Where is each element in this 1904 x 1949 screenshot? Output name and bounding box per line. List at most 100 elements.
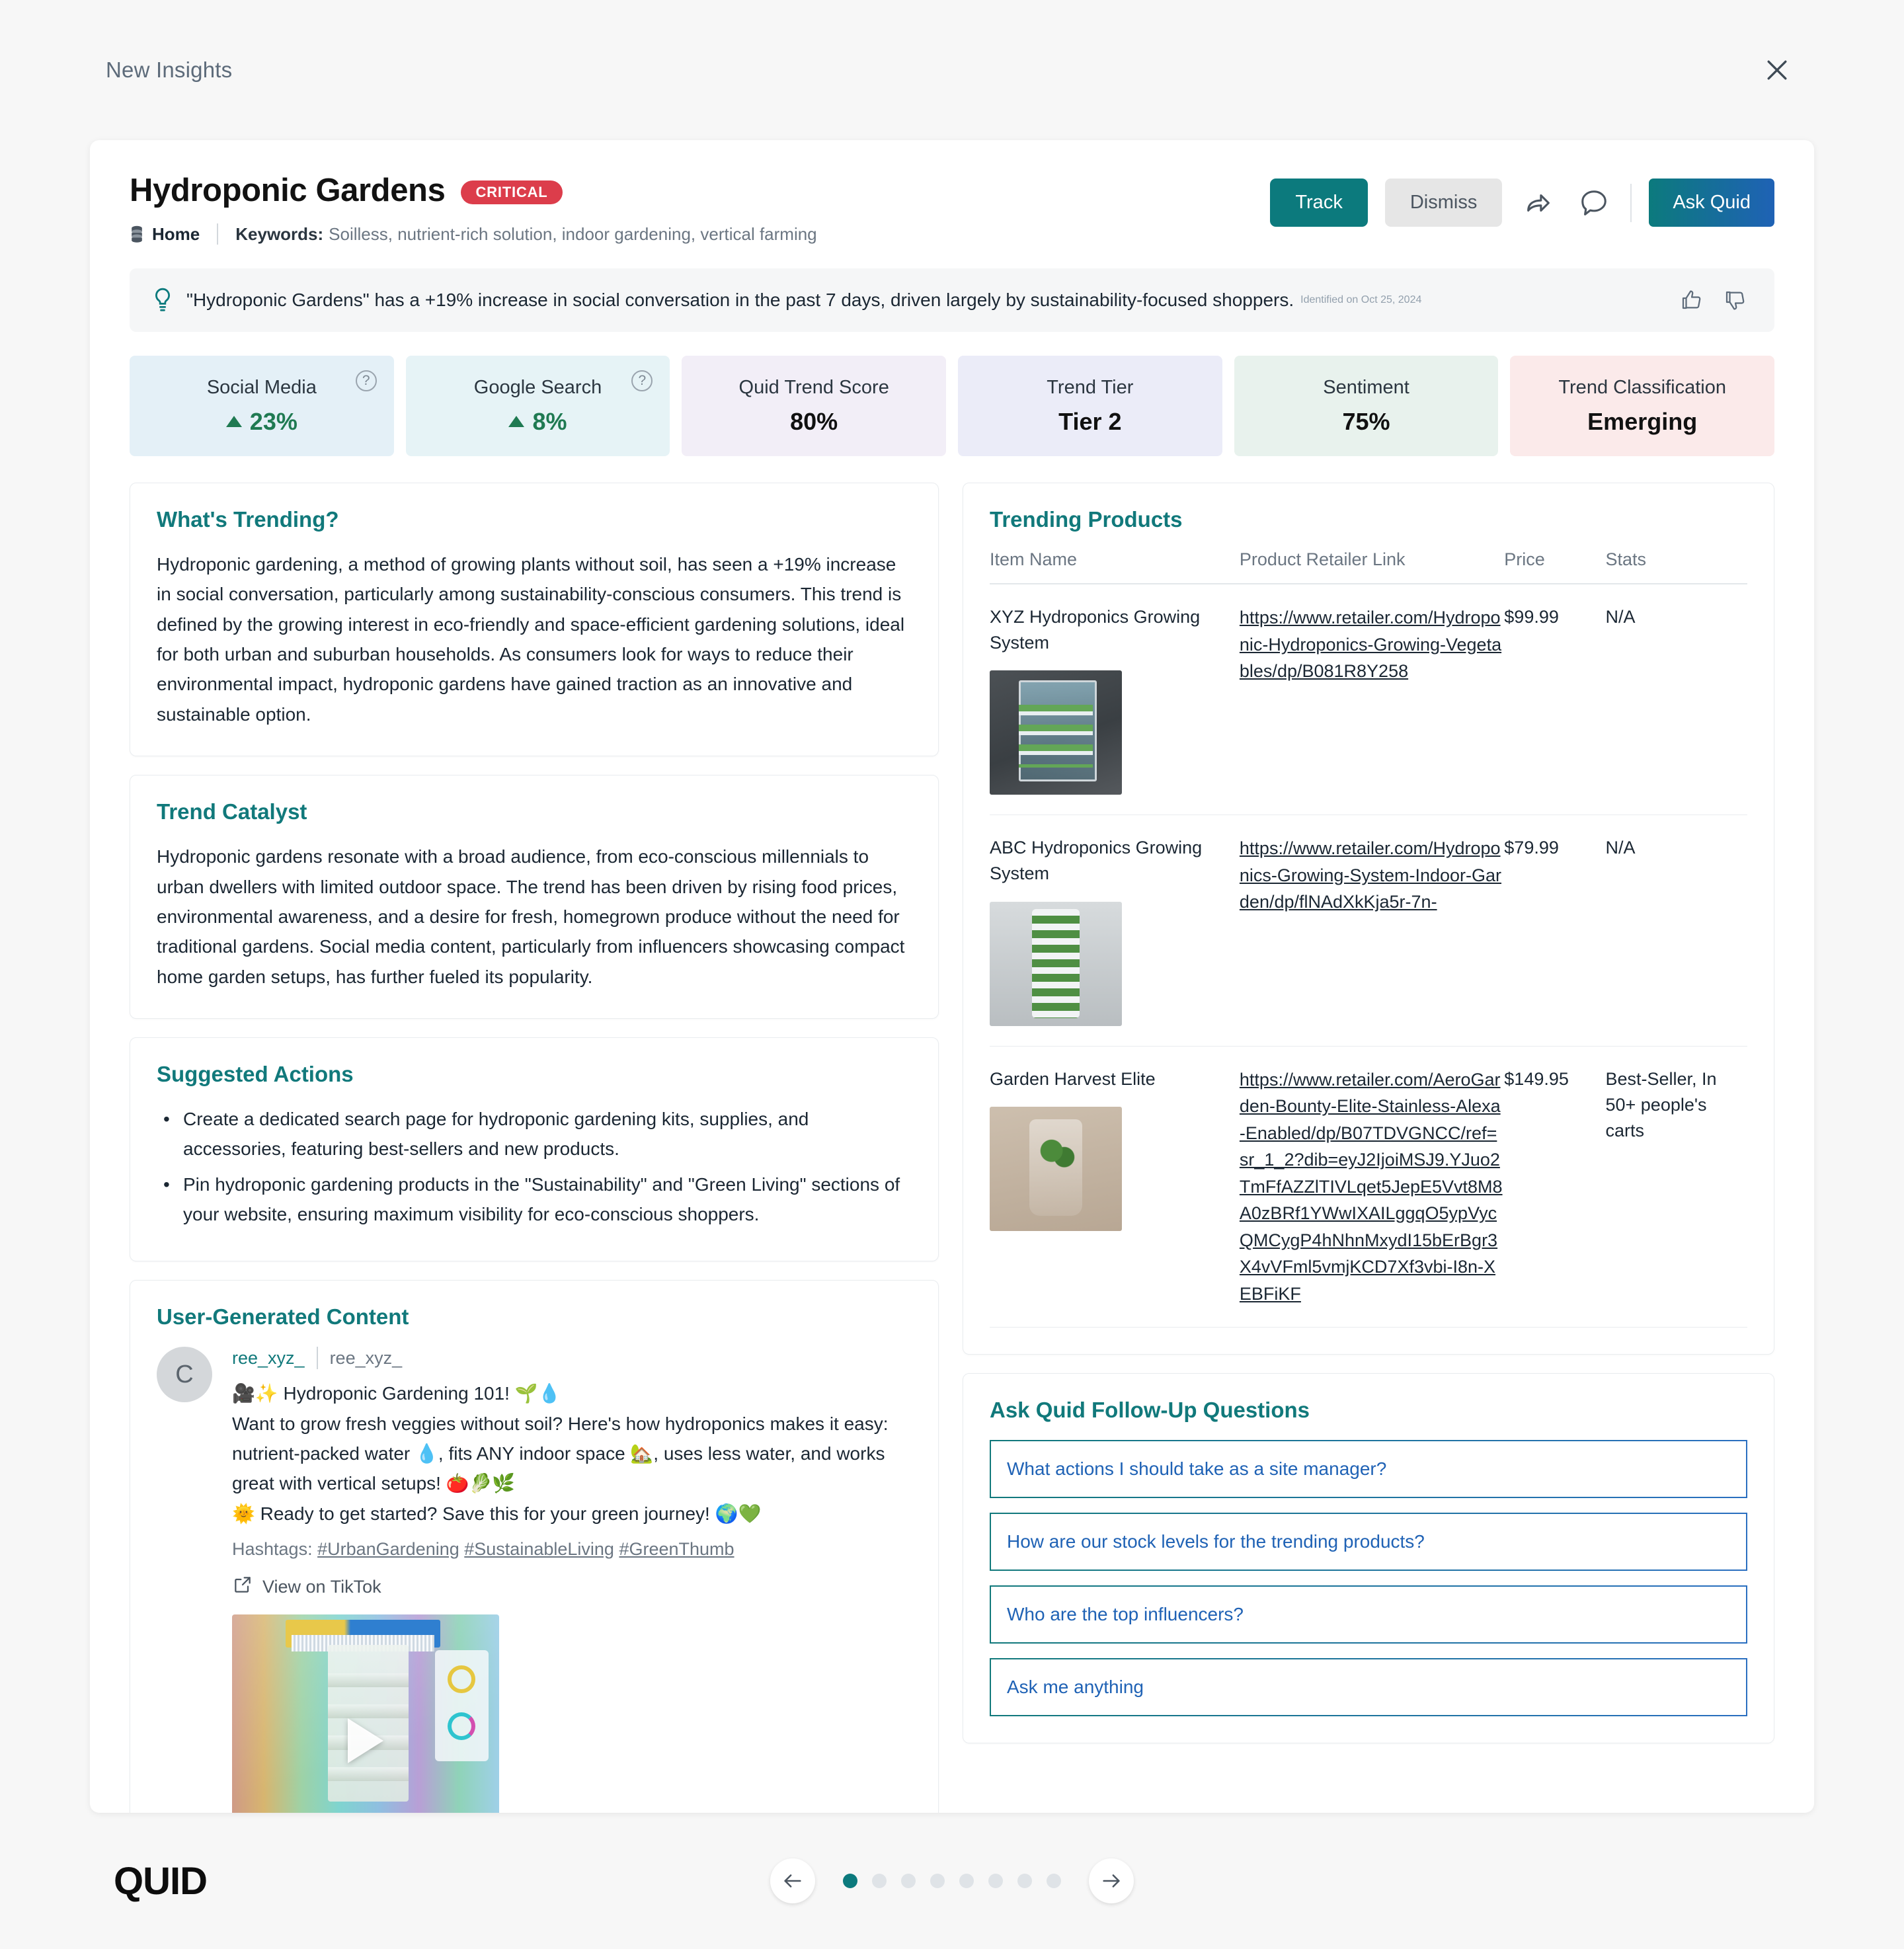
metric-value: 75% xyxy=(1342,407,1390,435)
metric-label: Social Media xyxy=(206,376,317,398)
hashtag-link[interactable]: #GreenThumb xyxy=(619,1539,734,1559)
list-item: Create a dedicated search page for hydro… xyxy=(157,1104,912,1164)
ugc-hashtags: Hashtags: #UrbanGardening #SustainableLi… xyxy=(232,1539,912,1560)
breadcrumb-home[interactable]: Home xyxy=(152,224,200,245)
hashtag-link[interactable]: #UrbanGardening xyxy=(317,1539,459,1559)
carousel-dot-1[interactable] xyxy=(843,1874,857,1888)
quid-logo: QUID xyxy=(114,1859,208,1903)
metric-trend-tier: Trend Tier Tier 2 xyxy=(958,356,1222,456)
carousel-dot-4[interactable] xyxy=(930,1874,945,1888)
column-header-price: Price xyxy=(1504,549,1606,584)
product-image xyxy=(990,901,1122,1026)
metric-label: Sentiment xyxy=(1323,376,1409,398)
ask-quid-button[interactable]: Ask Quid xyxy=(1649,179,1774,227)
product-stats: N/A xyxy=(1605,815,1747,1047)
play-icon[interactable] xyxy=(348,1718,383,1764)
carousel-dot-6[interactable] xyxy=(988,1874,1003,1888)
hashtag-link[interactable]: #SustainableLiving xyxy=(464,1539,614,1559)
page-title: New Insights xyxy=(106,58,233,82)
product-price: $149.95 xyxy=(1504,1046,1606,1328)
table-row: Garden Harvest Elite https://www.retaile… xyxy=(990,1046,1747,1328)
insight-card: Hydroponic Gardens CRITICAL Home Keyword… xyxy=(90,140,1814,1813)
ugc-handle[interactable]: ree_xyz_ xyxy=(232,1348,305,1369)
metric-value: Emerging xyxy=(1587,407,1698,435)
metric-value-wrap: 23% xyxy=(225,408,298,436)
help-icon[interactable]: ? xyxy=(631,370,653,391)
ugc-display-name: ree_xyz_ xyxy=(329,1347,403,1368)
carousel-dot-5[interactable] xyxy=(959,1874,974,1888)
header-divider xyxy=(1630,183,1632,222)
footer: QUID xyxy=(90,1813,1814,1949)
keywords-label: Keywords: xyxy=(235,223,324,244)
close-icon[interactable] xyxy=(1756,49,1798,91)
panel-trend-catalyst: Trend Catalyst Hydroponic gardens resona… xyxy=(130,775,939,1019)
table-row: XYZ Hydroponics Growing System https://w… xyxy=(990,584,1747,816)
product-name: XYZ Hydroponics Growing System xyxy=(990,607,1201,653)
panel-trending-products: Trending Products Item Name Product Reta… xyxy=(963,483,1774,1355)
carousel-dot-8[interactable] xyxy=(1047,1874,1061,1888)
product-stats: Best-Seller, In 50+ people's carts xyxy=(1605,1046,1747,1328)
metric-value: Tier 2 xyxy=(1058,407,1122,435)
product-price: $99.99 xyxy=(1504,584,1606,816)
follow-up-question-3[interactable]: Who are the top influencers? xyxy=(990,1585,1747,1644)
help-icon[interactable]: ? xyxy=(355,370,377,391)
table-header-row: Item Name Product Retailer Link Price St… xyxy=(990,549,1747,584)
product-link[interactable]: https://www.retailer.com/Hydroponic-Hydr… xyxy=(1240,604,1504,685)
panel-suggested-actions: Suggested Actions Create a dedicated sea… xyxy=(130,1037,939,1262)
carousel-dot-3[interactable] xyxy=(901,1874,916,1888)
share-icon[interactable] xyxy=(1519,184,1558,222)
product-link[interactable]: https://www.retailer.com/Hydroponics-Gro… xyxy=(1240,835,1504,916)
carousel-dot-2[interactable] xyxy=(872,1874,887,1888)
previous-arrow-icon[interactable] xyxy=(770,1858,815,1903)
panel-title: Trend Catalyst xyxy=(157,799,307,824)
insight-banner-text: "Hydroponic Gardens" has a +19% increase… xyxy=(186,290,1294,310)
insight-identified-date: Identified on Oct 25, 2024 xyxy=(1300,294,1422,305)
view-on-tiktok-link[interactable]: View on TikTok xyxy=(232,1574,912,1600)
product-image xyxy=(990,1106,1122,1231)
insight-title: Hydroponic Gardens xyxy=(130,173,446,208)
keywords-values: Soilless, nutrient-rich solution, indoor… xyxy=(329,223,817,244)
right-column: Trending Products Item Name Product Reta… xyxy=(963,483,1774,1762)
trending-products-table: Item Name Product Retailer Link Price St… xyxy=(990,549,1747,1328)
follow-up-question-2[interactable]: How are our stock levels for the trendin… xyxy=(990,1513,1747,1571)
panel-title: Suggested Actions xyxy=(157,1061,354,1086)
product-name: ABC Hydroponics Growing System xyxy=(990,838,1203,884)
top-bar: New Insights xyxy=(0,0,1904,140)
follow-up-question-1[interactable]: What actions I should take as a site man… xyxy=(990,1440,1747,1499)
view-on-tiktok-label: View on TikTok xyxy=(262,1577,381,1597)
grow-light-decoration xyxy=(285,1619,441,1652)
product-name: Garden Harvest Elite xyxy=(990,1068,1156,1089)
metric-label: Quid Trend Score xyxy=(738,376,889,398)
table-row: ABC Hydroponics Growing System https://w… xyxy=(990,815,1747,1047)
metric-quid-trend-score: Quid Trend Score 80% xyxy=(682,356,947,456)
database-icon xyxy=(130,225,144,243)
list-item: Pin hydroponic gardening products in the… xyxy=(157,1170,912,1230)
product-link[interactable]: https://www.retailer.com/AeroGarden-Boun… xyxy=(1240,1066,1504,1308)
panel-body: Hydroponic gardens resonate with a broad… xyxy=(157,846,905,987)
carousel-dot-7[interactable] xyxy=(1017,1874,1032,1888)
panel-title: User-Generated Content xyxy=(157,1304,409,1330)
column-header-item-name: Item Name xyxy=(990,549,1240,584)
dismiss-button[interactable]: Dismiss xyxy=(1384,179,1503,227)
left-column: What's Trending? Hydroponic gardening, a… xyxy=(130,483,939,1813)
product-image xyxy=(990,670,1122,795)
next-arrow-icon[interactable] xyxy=(1089,1858,1134,1903)
panel-title: Trending Products xyxy=(990,507,1183,532)
breadcrumb: Home Keywords: Soilless, nutrient-rich s… xyxy=(130,223,817,245)
panel-title: Ask Quid Follow-Up Questions xyxy=(990,1398,1310,1423)
metrics-row: ? Social Media 23% ? Google Search 8% Qu… xyxy=(130,356,1775,456)
thumbs-up-icon[interactable] xyxy=(1674,283,1708,317)
thumbs-down-icon[interactable] xyxy=(1718,283,1752,317)
trend-up-icon xyxy=(225,416,242,427)
ugc-line-1: 🎥✨ Hydroponic Gardening 101! 🌱💧 xyxy=(232,1383,561,1404)
metric-value: 8% xyxy=(532,407,567,435)
ugc-author: ree_xyz_ ree_xyz_ xyxy=(232,1347,912,1370)
follow-up-question-4[interactable]: Ask me anything xyxy=(990,1658,1747,1717)
track-button[interactable]: Track xyxy=(1270,179,1368,227)
insight-banner: "Hydroponic Gardens" has a +19% increase… xyxy=(130,268,1774,332)
panel-follow-up-questions: Ask Quid Follow-Up Questions What action… xyxy=(963,1373,1774,1744)
ugc-video-thumbnail[interactable] xyxy=(232,1614,499,1813)
comment-icon[interactable] xyxy=(1575,184,1613,222)
ugc-divider xyxy=(316,1347,318,1370)
ugc-line-2: Want to grow fresh veggies without soil?… xyxy=(232,1413,889,1494)
